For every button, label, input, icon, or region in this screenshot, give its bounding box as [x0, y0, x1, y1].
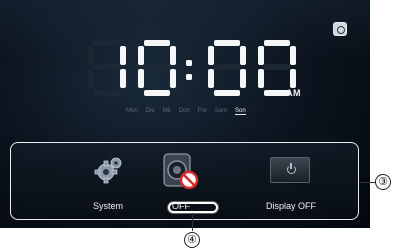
callout-4-leader	[192, 213, 193, 231]
digit-0-segment-f	[88, 46, 94, 65]
digit-3-segment-b	[290, 46, 296, 65]
clock-colon-dot-0	[186, 60, 192, 66]
digit-3-segment-g	[264, 64, 290, 70]
gear-icon	[94, 157, 122, 184]
speaker-mute-icon	[163, 153, 199, 190]
digital-clock	[88, 38, 318, 102]
power-icon	[270, 157, 310, 183]
weekday-don: Don	[178, 108, 190, 114]
digit-2-segment-g	[214, 64, 240, 70]
digit-1-segment-g	[144, 64, 170, 70]
digit-0-segment-a	[94, 40, 120, 46]
display-off-button[interactable]: Display OFF	[246, 151, 336, 217]
weekday-son: Son	[235, 108, 246, 115]
digit-3-segment-c	[290, 69, 296, 88]
callout-4: ④	[184, 232, 200, 248]
weekday-mit: Mit	[162, 108, 171, 114]
am-pm-indicator: AM	[286, 88, 301, 98]
digit-3-segment-f	[258, 46, 264, 65]
digit-2-segment-c	[240, 69, 246, 88]
digit-0-segment-d	[94, 90, 120, 96]
digit-1-segment-b	[170, 46, 176, 65]
digit-2-segment-f	[208, 46, 214, 65]
weekday-die: Die	[145, 108, 155, 114]
clock-colon-dot-1	[186, 74, 192, 80]
digit-0-segment-g	[94, 64, 120, 70]
digit-2-segment-a	[214, 40, 240, 46]
digit-2-segment-e	[208, 69, 214, 88]
digit-2-segment-b	[240, 46, 246, 65]
digit-2-segment-d	[214, 90, 240, 96]
weekday-fre: Fre	[197, 108, 207, 114]
digit-1-segment-d	[144, 90, 170, 96]
display-off-label: Display OFF	[265, 201, 316, 211]
weekday-row: Mon Die Mit Don Fre Sam Son	[126, 108, 246, 115]
digit-1-segment-a	[144, 40, 170, 46]
digit-3-segment-e	[258, 69, 264, 88]
digit-1-segment-c	[170, 69, 176, 88]
callout-3-leader	[360, 182, 376, 183]
digit-1-segment-e	[138, 69, 144, 88]
off-button-highlight	[168, 202, 218, 213]
digit-0-segment-c	[120, 69, 126, 88]
camera-icon[interactable]	[333, 22, 347, 36]
digit-1-segment-f	[138, 46, 144, 65]
callout-3: ③	[375, 174, 391, 190]
weekday-sam: Sam	[214, 108, 228, 114]
weekday-mon: Mon	[126, 108, 138, 114]
clock-screen: AM Mon Die Mit Don Fre Sam Son System OF…	[0, 0, 370, 228]
digit-0-segment-e	[88, 69, 94, 88]
digit-0-segment-b	[120, 46, 126, 65]
digit-3-segment-a	[264, 40, 290, 46]
